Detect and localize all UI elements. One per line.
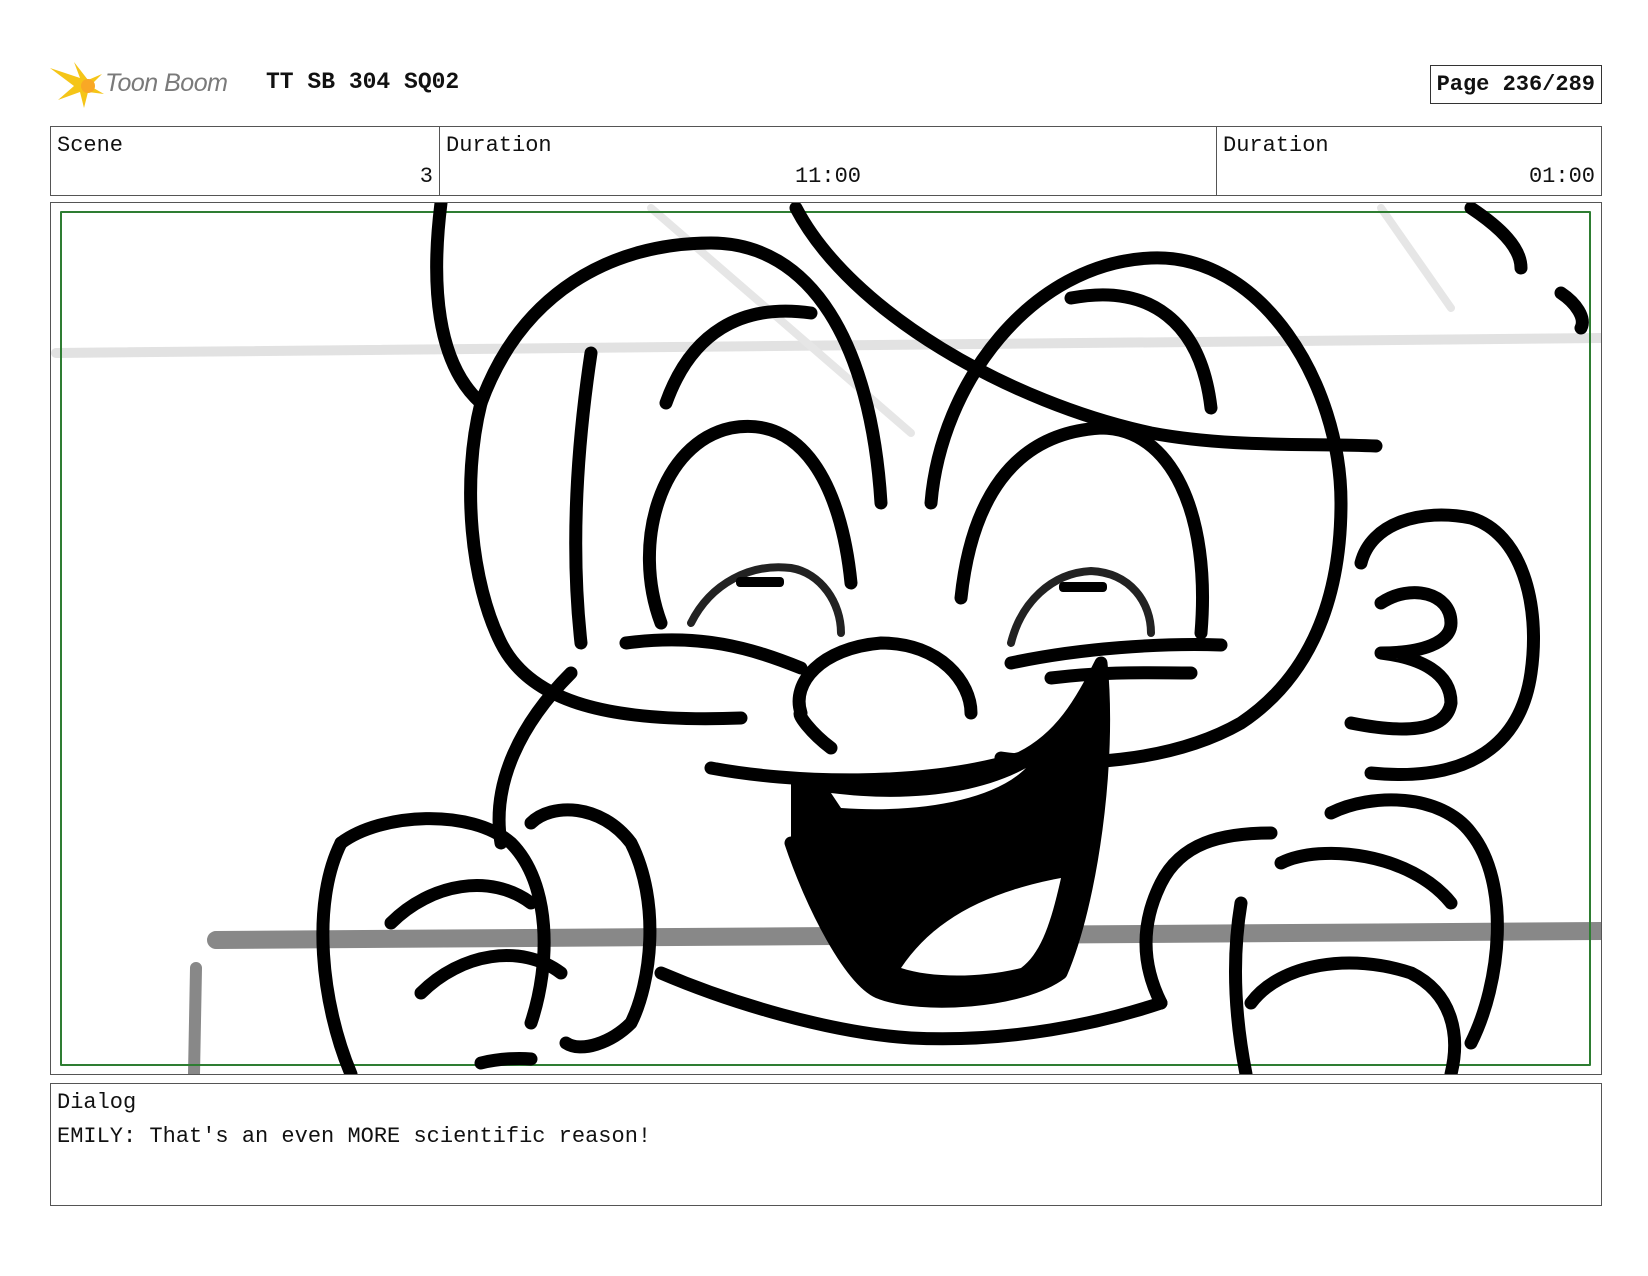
scene-info-row: Scene 3 Duration 11:00 Duration 01:00 [50,126,1602,196]
duration-label-2: Duration [1223,133,1329,158]
project-title: TT SB 304 SQ02 [266,69,460,95]
logo-text: Toon Boom [105,69,228,97]
scene-cell: Scene 3 [51,127,439,195]
dialog-text: EMILY: That's an even MORE scientific re… [57,1124,652,1149]
scene-label: Scene [57,133,124,158]
duration-value-1: 11:00 [794,164,861,189]
duration-value-2: 01:00 [1528,164,1595,189]
storyboard-panel [50,202,1602,1075]
dialog-box: Dialog EMILY: That's an even MORE scient… [50,1083,1602,1206]
logo: Toon Boom [50,58,250,110]
duration-label-1: Duration [446,133,552,158]
storyboard-drawing [51,203,1601,1074]
scene-value: 3 [419,164,433,189]
duration-cell-1: Duration 11:00 [439,127,1216,195]
page-indicator: Page 236/289 [1429,65,1602,104]
duration-cell-2: Duration 01:00 [1216,127,1601,195]
dialog-label: Dialog [57,1090,137,1115]
toon-boom-star-icon [50,62,104,108]
header: Toon Boom TT SB 304 SQ02 Page 236/289 [50,58,1602,110]
